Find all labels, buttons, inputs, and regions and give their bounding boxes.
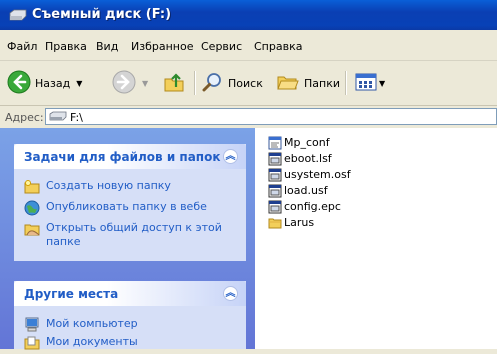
back-button[interactable]: Назад ▼ — [7, 68, 82, 98]
collapse-icon[interactable]: ︽ — [223, 286, 238, 301]
other-places-header[interactable]: Другие места ︽ — [14, 281, 246, 306]
views-icon — [355, 72, 377, 95]
file-icon — [268, 200, 282, 214]
file-name: usystem.osf — [284, 168, 351, 181]
drive-icon — [8, 9, 28, 25]
search-icon — [202, 71, 224, 96]
folder-name: Larus — [284, 216, 315, 229]
file-name: config.epc — [284, 200, 341, 213]
menu-tools[interactable]: Сервис — [201, 40, 242, 53]
drive-icon — [49, 111, 67, 124]
up-folder-icon — [162, 70, 186, 97]
file-name: Mp_conf — [284, 136, 330, 149]
computer-icon — [24, 317, 40, 333]
task-pane: Задачи для файлов и папок ︽ Создать нову… — [0, 128, 255, 350]
task-share-folder[interactable]: Открыть общий доступ к этой папке — [24, 221, 232, 249]
task-new-folder[interactable]: Создать новую папку — [24, 179, 232, 195]
file-icon — [268, 152, 282, 166]
folder-item[interactable]: Larus — [268, 215, 314, 230]
globe-icon — [24, 200, 40, 216]
menu-bar: Файл Правка Вид Избранное Сервис Справка — [0, 30, 497, 61]
other-places-panel: Другие места ︽ Мой компьютер Мои докумен… — [14, 281, 246, 350]
folders-label: Папки — [304, 76, 340, 90]
file-tasks-panel: Задачи для файлов и папок ︽ Создать нову… — [14, 144, 246, 261]
toolbar: Назад ▼ ▼ Поиск Папки ▼ — [0, 61, 497, 106]
menu-edit[interactable]: Правка — [45, 40, 87, 53]
file-item[interactable]: config.epc — [268, 199, 341, 214]
menu-help[interactable]: Справка — [254, 40, 302, 53]
address-input[interactable]: F:\ — [45, 108, 497, 125]
file-name: eboot.lsf — [284, 152, 332, 165]
views-button[interactable]: ▼ — [355, 68, 385, 98]
new-folder-icon — [24, 179, 40, 195]
back-label: Назад — [35, 76, 71, 90]
address-value: F:\ — [70, 111, 83, 124]
toolbar-separator — [194, 71, 196, 95]
config-file-icon — [268, 136, 282, 150]
file-name: load.usf — [284, 184, 328, 197]
share-folder-icon — [24, 221, 40, 237]
address-bar: Адрес: F:\ — [0, 106, 497, 128]
toolbar-separator — [345, 71, 347, 95]
file-item[interactable]: eboot.lsf — [268, 151, 332, 166]
file-item[interactable]: load.usf — [268, 183, 328, 198]
forward-arrow-icon — [112, 70, 136, 97]
window-title: Съемный диск (F:) — [32, 7, 172, 22]
views-dropdown-icon[interactable]: ▼ — [379, 79, 385, 88]
file-item[interactable]: Mp_conf — [268, 135, 330, 150]
title-bar[interactable]: Съемный диск (F:) — [0, 0, 497, 30]
task-label: Открыть общий доступ к этой папке — [46, 221, 222, 248]
file-tasks-title: Задачи для файлов и папок — [24, 150, 221, 164]
file-tasks-header[interactable]: Задачи для файлов и папок ︽ — [14, 144, 246, 169]
file-icon — [268, 168, 282, 182]
forward-dropdown-icon[interactable]: ▼ — [142, 79, 148, 88]
place-label: Мой компьютер — [46, 317, 138, 330]
menu-file[interactable]: Файл — [7, 40, 37, 53]
place-my-computer[interactable]: Мой компьютер — [24, 317, 232, 333]
file-list: Mp_conf eboot.lsf usystem.osf load.usf c… — [255, 128, 497, 349]
file-icon — [268, 184, 282, 198]
search-button[interactable]: Поиск — [202, 68, 263, 98]
back-arrow-icon — [7, 70, 31, 97]
file-item[interactable]: usystem.osf — [268, 167, 351, 182]
task-label: Опубликовать папку в вебе — [46, 200, 207, 213]
other-places-title: Другие места — [24, 287, 119, 301]
folders-button[interactable]: Папки — [276, 68, 340, 98]
place-label: Мои документы — [46, 335, 138, 348]
folder-icon — [268, 216, 282, 230]
forward-button[interactable]: ▼ — [112, 68, 148, 98]
menu-view[interactable]: Вид — [96, 40, 118, 53]
collapse-icon[interactable]: ︽ — [223, 149, 238, 164]
task-label: Создать новую папку — [46, 179, 171, 192]
address-label: Адрес: — [5, 111, 44, 124]
search-label: Поиск — [228, 76, 263, 90]
back-dropdown-icon[interactable]: ▼ — [76, 79, 82, 88]
task-publish-web[interactable]: Опубликовать папку в вебе — [24, 200, 232, 216]
menu-favorites[interactable]: Избранное — [131, 40, 193, 53]
up-folder-button[interactable] — [162, 68, 186, 98]
folders-icon — [276, 70, 300, 97]
